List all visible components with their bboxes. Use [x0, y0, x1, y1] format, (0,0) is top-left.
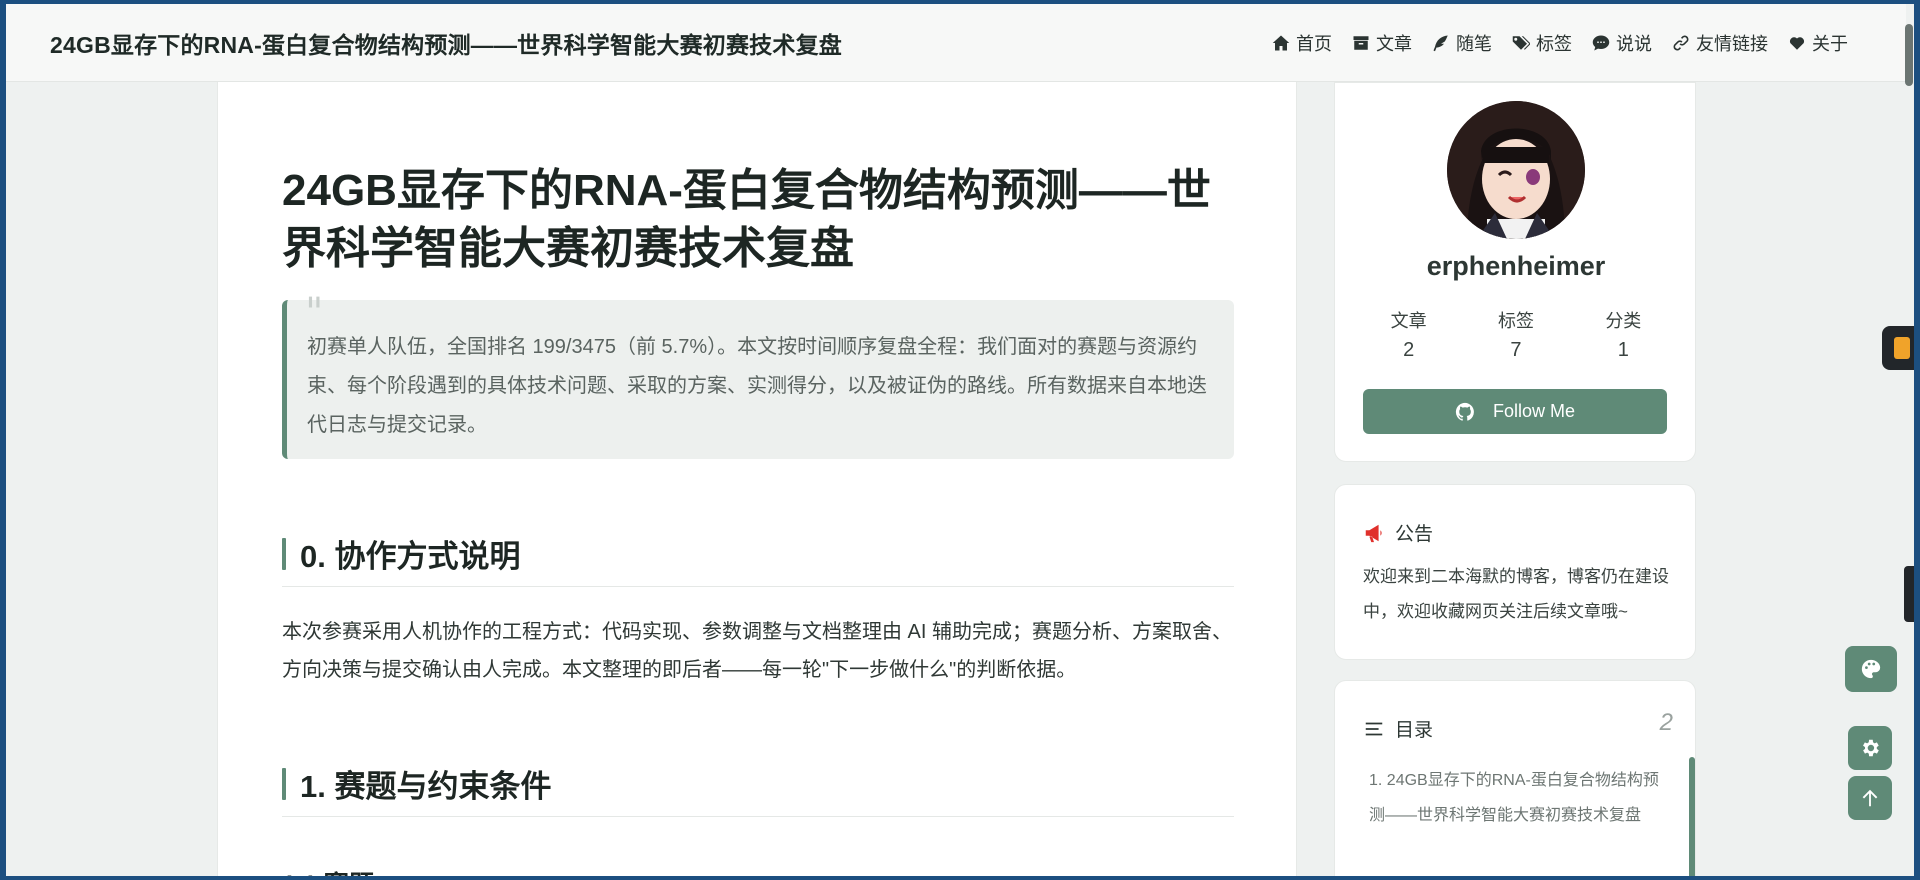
follow-me-button[interactable]: Follow Me: [1363, 389, 1667, 434]
comment-icon: [1592, 35, 1610, 50]
toc-header: 目录: [1363, 715, 1433, 742]
toc-progress-count: 2: [1659, 709, 1673, 736]
stat-categories[interactable]: 分类 1: [1578, 307, 1668, 362]
article-card: 24GB显存下的RNA-蛋白复合物结构预测——世界科学智能大赛初赛技术复盘 " …: [217, 82, 1297, 876]
link-icon: [1673, 34, 1689, 50]
section-title: 0. 协作方式说明: [300, 539, 521, 574]
github-icon: [1455, 402, 1474, 421]
username: erphenheimer: [1426, 251, 1606, 281]
nav-item-friend-links[interactable]: 友情链接: [1672, 30, 1768, 56]
article-title: 24GB显存下的RNA-蛋白复合物结构预测——世界科学智能大赛初赛技术复盘: [282, 166, 1211, 273]
page-scrollbar[interactable]: [1905, 4, 1914, 876]
tags-icon: [1512, 35, 1530, 50]
nav-item-label: 首页: [1296, 33, 1332, 54]
nav-menu: 首页 文章 随笔 标签 说说 友情链接 关于: [1272, 30, 1866, 56]
toc-item[interactable]: 1. 24GB显存下的RNA-蛋白复合物结构预测——世界科学智能大赛初赛技术复盘: [1369, 763, 1659, 833]
section-title: 1. 赛题与约束条件: [300, 769, 552, 804]
subsection-title: 1.1 赛题: [282, 865, 1232, 876]
extension-tab[interactable]: [1882, 326, 1914, 370]
nav-item-label: 文章: [1376, 33, 1412, 54]
section-heading: 1. 赛题与约束条件: [282, 761, 1234, 817]
scrollbar-thumb[interactable]: [1905, 24, 1913, 86]
toc-card: 目录 2 1. 24GB显存下的RNA-蛋白复合物结构预测——世界科学智能大赛初…: [1334, 680, 1696, 876]
notice-text: 欢迎来到二本海默的博客，博客仍在建设中，欢迎收藏网页关注后续文章哦~: [1363, 567, 1669, 621]
theme-button[interactable]: [1845, 646, 1897, 692]
stat-value: 7: [1510, 339, 1522, 361]
notice-title: 公告: [1395, 524, 1434, 545]
stat-label: 标签: [1497, 311, 1534, 331]
heading-accent-bar: [282, 767, 286, 800]
stat-label: 文章: [1390, 311, 1427, 331]
heart-icon: [1789, 36, 1805, 50]
article-summary-quote: " 初赛单人队伍，全国排名 199/3475（前 5.7%）。本文按时间顺序复盘…: [282, 293, 1234, 459]
arrow-up-icon: [1862, 789, 1878, 807]
top-navbar: 24GB显存下的RNA-蛋白复合物结构预测——世界科学智能大赛初赛技术复盘 首页…: [6, 4, 1906, 82]
profile-stats: 文章 2 标签 7 分类 1: [1355, 307, 1677, 362]
list-icon: [1365, 722, 1383, 735]
quote-icon: ": [305, 290, 324, 336]
nav-item-essays[interactable]: 随笔: [1432, 30, 1492, 56]
paragraph: 本次参赛采用人机协作的工程方式：代码实现、参数调整与文档整理由 AI 辅助完成；…: [282, 621, 1233, 681]
nav-item-label: 关于: [1812, 33, 1848, 54]
stat-value: 2: [1403, 339, 1415, 361]
stat-tags[interactable]: 标签 7: [1471, 307, 1561, 362]
notice-card: 公告 欢迎来到二本海默的博客，博客仍在建设中，欢迎收藏网页关注后续文章哦~: [1334, 484, 1696, 660]
toc-active-indicator: [1689, 757, 1695, 876]
nav-item-home[interactable]: 首页: [1272, 30, 1332, 56]
archive-icon: [1353, 35, 1369, 50]
gear-icon: [1863, 739, 1879, 757]
nav-item-tags[interactable]: 标签: [1512, 30, 1572, 56]
side-handle[interactable]: [1904, 566, 1914, 622]
feather-icon: [1433, 35, 1448, 51]
notice-header: 公告: [1363, 519, 1433, 546]
nav-item-label: 标签: [1536, 33, 1572, 54]
nav-item-articles[interactable]: 文章: [1352, 30, 1412, 56]
avatar-image: [1447, 101, 1585, 239]
palette-icon: [1861, 659, 1881, 679]
nav-item-label: 随笔: [1456, 33, 1492, 54]
follow-label: Follow Me: [1492, 401, 1576, 421]
nav-item-moments[interactable]: 说说: [1592, 30, 1652, 56]
megaphone-icon: [1365, 524, 1382, 542]
stat-articles[interactable]: 文章 2: [1364, 307, 1454, 362]
nav-item-about[interactable]: 关于: [1788, 30, 1848, 56]
stat-label: 分类: [1605, 311, 1642, 331]
nav-item-label: 友情链接: [1696, 33, 1768, 54]
home-icon: [1272, 35, 1290, 50]
cup-icon: [1894, 337, 1910, 359]
back-to-top-button[interactable]: [1848, 776, 1892, 820]
site-title[interactable]: 24GB显存下的RNA-蛋白复合物结构预测——世界科学智能大赛初赛技术复盘: [50, 26, 842, 60]
profile-card: erphenheimer 文章 2 标签 7 分类 1 Follow Me: [1334, 82, 1696, 462]
settings-button[interactable]: [1848, 726, 1892, 770]
stat-value: 1: [1617, 339, 1629, 361]
avatar[interactable]: [1447, 101, 1585, 239]
section-heading: 0. 协作方式说明: [282, 531, 1234, 587]
heading-accent-bar: [282, 537, 286, 570]
nav-item-label: 说说: [1616, 33, 1652, 54]
toc-title: 目录: [1395, 720, 1434, 741]
quote-text: 初赛单人队伍，全国排名 199/3475（前 5.7%）。本文按时间顺序复盘全程…: [307, 336, 1207, 436]
browser-viewport: 24GB显存下的RNA-蛋白复合物结构预测——世界科学智能大赛初赛技术复盘 首页…: [6, 4, 1914, 876]
